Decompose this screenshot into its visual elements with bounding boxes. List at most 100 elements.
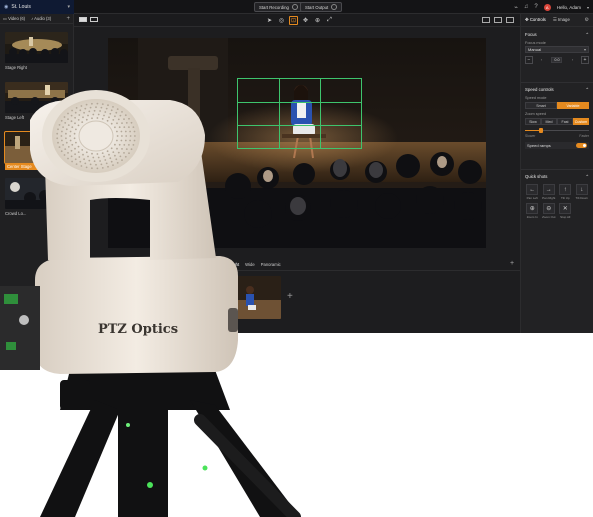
arrow-down-icon[interactable]: ↓ (575, 184, 588, 195)
fullscreen-icon[interactable]: ⤢ (325, 16, 334, 25)
single-view-icon[interactable] (79, 17, 87, 22)
quick-shot-label: Pan Left (526, 196, 538, 200)
start-output-label: Start Output (305, 4, 329, 10)
chevron-down-icon: ▾ (583, 47, 586, 52)
zoom-in-icon[interactable]: ⊕ (526, 203, 539, 214)
chevron-right-icon[interactable]: › (572, 58, 573, 62)
quick-shot-pan-left[interactable]: ← Pan Left (525, 184, 540, 200)
quick-shots-grid: ← Pan Left → Pan Right ↑ Tilt Up ↓ Tilt Down ⊕ Zo… (525, 184, 589, 219)
focus-increase-button[interactable]: + (581, 56, 589, 64)
arrow-right-icon[interactable]: → (542, 184, 555, 195)
speed-section: Speed controls ⌃ Speed mode Smart Variabl… (525, 87, 589, 149)
analytics-icon[interactable]: ⌁ (514, 4, 518, 11)
speed-mode-toggle: Smart Variable (525, 102, 589, 109)
viewer-toolbar: ➤ ◎ ⊡ ✥ ⊕ ⤢ (74, 14, 520, 27)
shot-label: Stage Right (5, 65, 27, 70)
speed-mode-variable[interactable]: Variable (557, 102, 589, 109)
project-name: St. Louis (11, 4, 31, 10)
zoom-speed-med[interactable]: Med (541, 118, 557, 125)
zoom-speed-label: Zoom speed (525, 112, 547, 116)
quick-shot-stop-all[interactable]: ✕ Stop All (558, 203, 573, 219)
start-recording-label: Start Recording (259, 4, 289, 10)
grid-view-icon[interactable] (482, 17, 490, 23)
focus-value[interactable]: 0.0 (551, 57, 563, 63)
pointer-icon[interactable]: ➤ (265, 16, 274, 25)
quick-shots-title: Quick shots (525, 174, 548, 179)
slider-handle[interactable] (539, 128, 543, 133)
quick-shot-tilt-down[interactable]: ↓ Tilt Down (575, 184, 590, 200)
focus-stepper: − ‹ 0.0 › + (525, 56, 589, 64)
speed-ramps-row: Speed ramps (525, 142, 589, 149)
controls-panel: ✥ Controls ☰ Image ⚙ Focus ⌃ Focus mode M… (520, 14, 593, 333)
slider-min-label: Slower (525, 134, 536, 138)
zoom-out-icon[interactable]: ⊖ (542, 203, 555, 214)
avatar[interactable]: A (543, 3, 551, 11)
settings-icon (331, 4, 338, 10)
gear-icon[interactable]: ⚙ (585, 17, 589, 23)
target-icon[interactable]: ◎ (277, 16, 286, 25)
zoom-speed-fast[interactable]: Fast (557, 118, 573, 125)
chevron-left-icon[interactable]: ‹ (541, 58, 542, 62)
tab-video[interactable]: ▭ Video (6) (3, 16, 25, 21)
ptz-camera-photo: PTZ Optics (0, 90, 301, 517)
view-tools: ➤ ◎ ⊡ ✥ ⊕ ⤢ (265, 16, 334, 25)
tab-controls-label: Controls (529, 17, 546, 22)
quick-shot-zoom-in[interactable]: ⊕ Zoom In (525, 203, 540, 219)
source-tabs: ▭ Video (6) ♪ Audio (3) + (0, 14, 73, 24)
focus-mode-select[interactable]: Manual ▾ (525, 46, 589, 53)
chevron-down-icon[interactable]: ▾ (587, 5, 589, 10)
shot-stage-right[interactable]: Stage Right (5, 32, 68, 70)
help-icon[interactable]: ? (534, 4, 537, 10)
user-greeting[interactable]: Hello, Adam (557, 5, 581, 10)
location-icon: ◉ (4, 4, 9, 10)
mic-icon: ♪ (31, 16, 34, 21)
tab-audio[interactable]: ♪ Audio (3) (31, 16, 51, 21)
chevron-up-icon[interactable]: ⌃ (585, 87, 589, 93)
chevron-up-icon[interactable]: ⌃ (585, 174, 589, 180)
quick-shot-pan-right[interactable]: → Pan Right (542, 184, 557, 200)
tab-image[interactable]: ☰ Image (553, 17, 570, 23)
quick-shot-tilt-up[interactable]: ↑ Tilt Up (558, 184, 573, 200)
camera-brand-text: PTZ Optics (98, 322, 178, 337)
speed-title: Speed controls (525, 87, 554, 92)
add-source-icon[interactable]: + (66, 16, 70, 22)
split-view-icon[interactable] (90, 17, 98, 22)
add-preset-icon[interactable]: + (510, 260, 514, 267)
view-options (482, 17, 514, 23)
speed-mode-label: Speed mode (525, 96, 547, 100)
arrow-left-icon[interactable]: ← (526, 184, 539, 195)
monitor-icon[interactable] (506, 17, 514, 23)
bell-icon[interactable]: ♫ (524, 4, 529, 10)
settings-icon (291, 4, 298, 10)
focus-decrease-button[interactable]: − (525, 56, 533, 64)
zoom-speed-slow[interactable]: Slow (525, 118, 541, 125)
layout-switcher (79, 17, 98, 22)
divider (521, 169, 593, 170)
stop-icon[interactable]: ✕ (559, 203, 572, 214)
frame-select-icon[interactable]: ⊡ (289, 16, 298, 25)
zoom-speed-custom[interactable]: Custom (573, 118, 589, 125)
top-icons: ⌁ ♫ ? A Hello, Adam ▾ (514, 2, 589, 12)
quick-shot-zoom-out[interactable]: ⊖ Zoom Out (542, 203, 557, 219)
project-selector[interactable]: ◉ St. Louis ▾ (0, 0, 74, 14)
arrow-up-icon[interactable]: ↑ (559, 184, 572, 195)
chevron-up-icon[interactable]: ⌃ (585, 32, 589, 38)
tab-controls[interactable]: ✥ Controls (525, 17, 546, 23)
focus-mode-value: Manual (528, 47, 542, 52)
zoom-speed-slider[interactable] (525, 128, 589, 133)
zoom-icon[interactable]: ⊕ (313, 16, 322, 25)
zoom-speed-options: Slow Med Fast Custom (525, 118, 589, 125)
speed-ramps-label: Speed ramps (527, 143, 551, 148)
move-icon[interactable]: ✥ (301, 16, 310, 25)
speed-ramps-toggle[interactable] (576, 143, 587, 148)
sliders-icon: ☰ (552, 17, 557, 22)
start-recording-button[interactable]: Start Recording (254, 2, 303, 12)
start-output-button[interactable]: Start Output (300, 2, 343, 12)
tab-image-label: Image (557, 17, 570, 22)
focus-mode-label: Focus mode (525, 41, 546, 45)
quick-shot-label: Zoom In (526, 215, 538, 219)
slider-max-label: Faster (579, 134, 589, 138)
speed-mode-smart[interactable]: Smart (525, 102, 557, 109)
video-icon: ▭ (3, 16, 7, 21)
layout-view-icon[interactable] (494, 17, 502, 23)
